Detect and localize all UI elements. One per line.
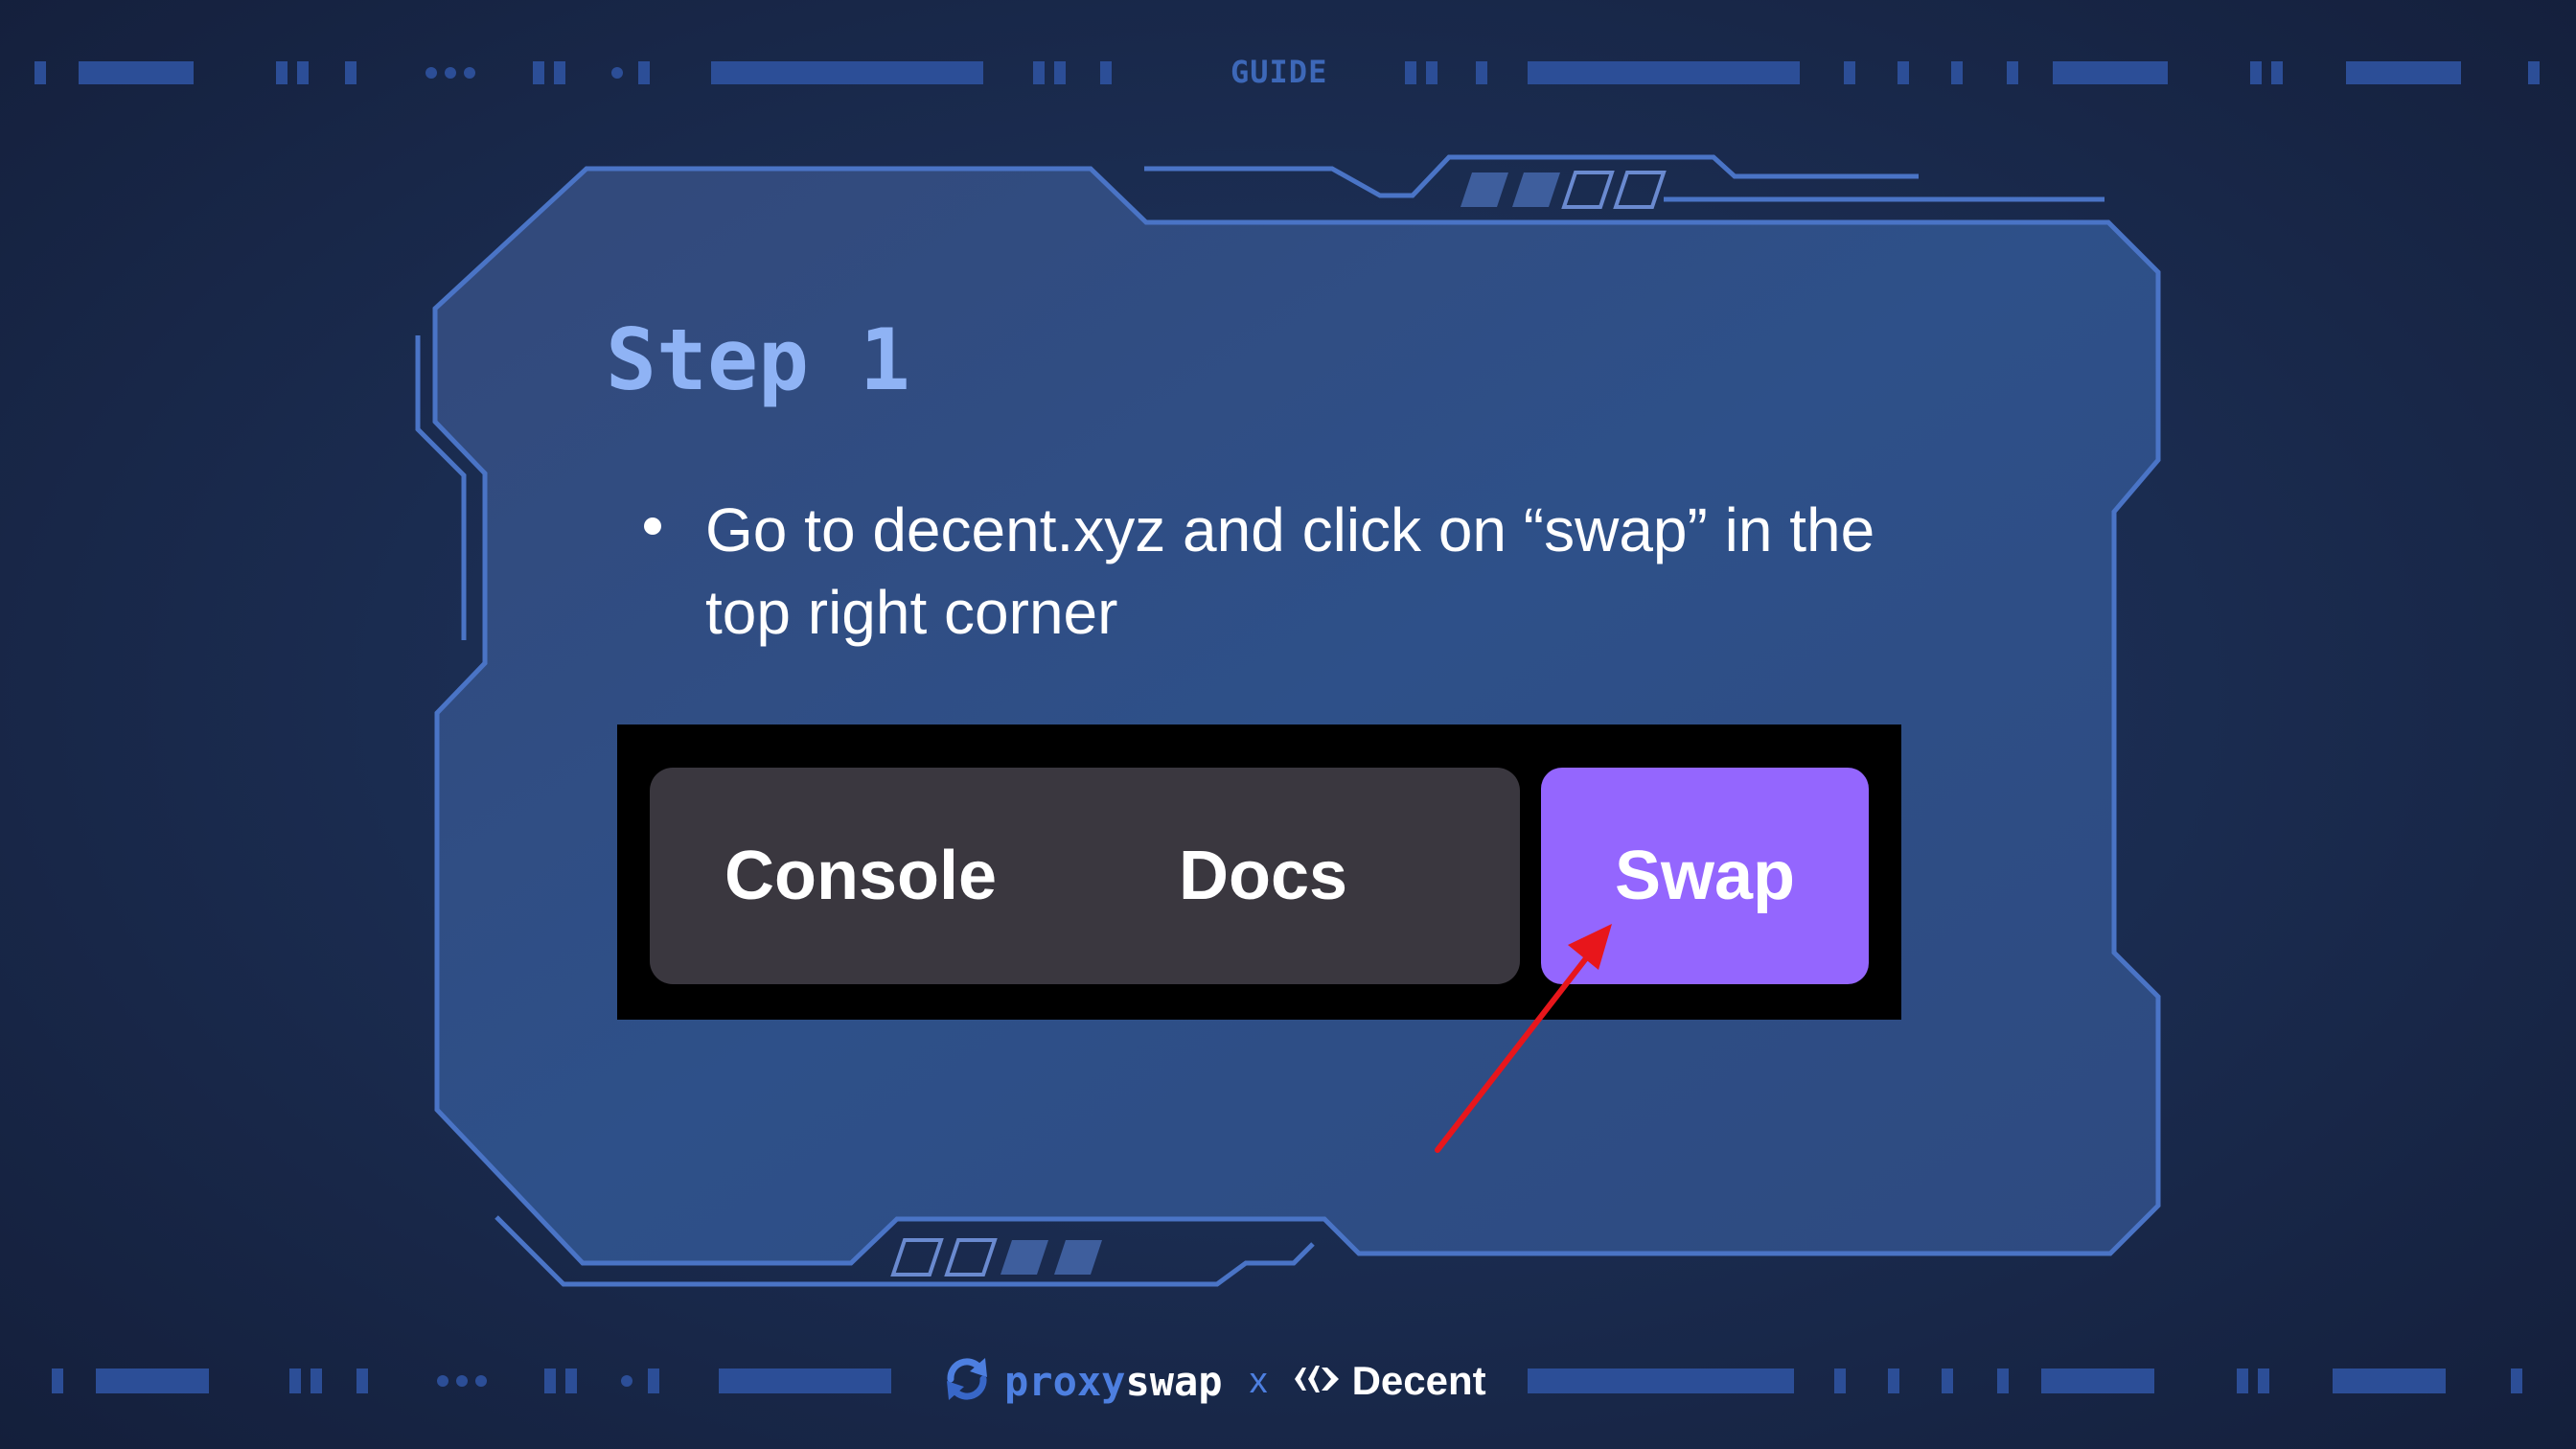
- brand-swap: swap: [1125, 1357, 1223, 1405]
- step-title: Step 1: [606, 310, 910, 409]
- bullet-dot: [644, 518, 661, 535]
- nav-pill: Console Docs: [650, 768, 1520, 984]
- nav-screenshot: Console Docs Swap: [617, 724, 1901, 1020]
- docs-link[interactable]: Docs: [1179, 768, 1347, 984]
- guide-label: GUIDE: [1230, 54, 1328, 90]
- bottom-parallelograms: [890, 1238, 1102, 1276]
- top-parallelograms: [1460, 171, 1667, 209]
- footer-brand: proxy swap x Decent: [943, 1349, 1486, 1413]
- console-link[interactable]: Console: [717, 768, 1004, 984]
- brand-decent: Decent: [1351, 1358, 1486, 1403]
- brand-proxy: proxy: [1004, 1357, 1126, 1405]
- decent-mark-icon: [1294, 1363, 1339, 1399]
- instruction-text: Go to decent.xyz and click on “swap” in …: [705, 495, 1875, 647]
- swap-button[interactable]: Swap: [1541, 768, 1869, 984]
- circular-arrows-icon: [943, 1352, 991, 1410]
- brand-separator: x: [1249, 1360, 1268, 1401]
